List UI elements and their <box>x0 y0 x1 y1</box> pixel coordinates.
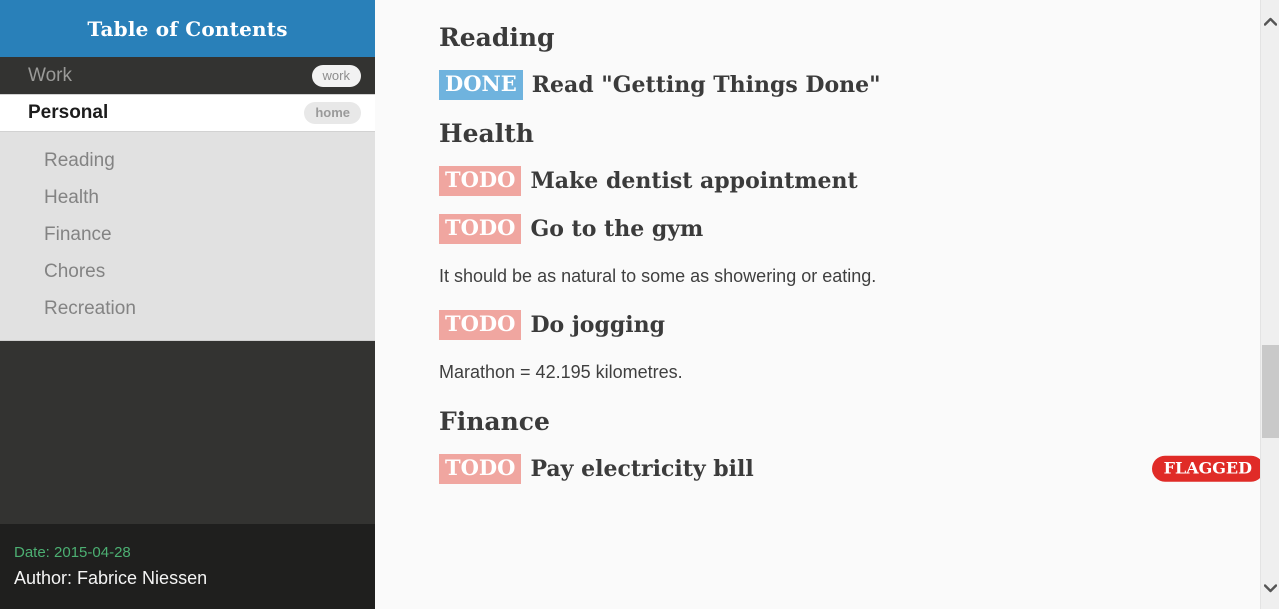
sidebar-item-finance-label: Finance <box>44 223 112 245</box>
sidebar-item-work-label: Work <box>28 64 72 86</box>
table-of-contents-header: Table of Contents <box>0 0 375 57</box>
task-title: Do jogging <box>530 311 665 338</box>
status-badge-done: DONE <box>439 70 523 101</box>
task-item[interactable]: TODO Go to the gym <box>439 214 1279 244</box>
sidebar-item-reading-label: Reading <box>44 149 115 171</box>
sidebar-item-personal-label: Personal <box>28 102 109 123</box>
task-title: Make dentist appointment <box>530 167 858 194</box>
sidebar-item-personal[interactable]: Personal home <box>0 94 375 132</box>
toc-sub-list: Reading Health Finance Chores Recreation <box>0 132 375 341</box>
section-heading-health: Health <box>439 119 534 149</box>
sidebar-item-chores-label: Chores <box>44 260 106 282</box>
chevron-down-icon[interactable] <box>1261 575 1279 601</box>
task-note-paragraph: Marathon = 42.195 kilometres. <box>439 361 683 382</box>
task-item[interactable]: TODO Make dentist appointment <box>439 166 1279 197</box>
section-heading-reading: Reading <box>439 23 555 52</box>
sidebar-item-recreation-label: Recreation <box>44 297 136 319</box>
sidebar-item-health-label: Health <box>44 186 99 208</box>
status-badge-todo: TODO <box>439 309 522 340</box>
sidebar-item-work[interactable]: Work work <box>0 57 375 94</box>
sidebar-item-health[interactable]: Health <box>0 179 375 216</box>
flagged-tag: FLAGGED <box>1151 455 1264 483</box>
task-note-paragraph: It should be as natural to some as showe… <box>439 265 877 286</box>
sidebar-tag-home: home <box>304 102 361 124</box>
sidebar-item-chores[interactable]: Chores <box>0 253 375 290</box>
document-date: Date: 2015-04-28 <box>14 544 131 561</box>
sidebar-footer: Date: 2015-04-28 Author: Fabrice Niessen <box>0 524 375 609</box>
sidebar: Table of Contents Work work Personal hom… <box>0 0 375 609</box>
document-content: Reading DONE Read "Getting Things Done" … <box>375 0 1279 609</box>
sidebar-tag-work: work <box>311 64 361 87</box>
task-item[interactable]: DONE Read "Getting Things Done" <box>439 70 1279 101</box>
task-item[interactable]: TODO Pay electricity bill FLAGGED <box>439 454 1279 484</box>
status-badge-todo: TODO <box>439 214 522 244</box>
vertical-scrollbar[interactable] <box>1260 0 1279 609</box>
task-title: Go to the gym <box>530 215 704 242</box>
section-heading-finance: Finance <box>439 406 550 436</box>
page-root: Table of Contents Work work Personal hom… <box>0 0 1279 609</box>
status-badge-todo: TODO <box>439 166 522 197</box>
toc-top-level-list: Work work Personal home <box>0 57 375 132</box>
sidebar-item-recreation[interactable]: Recreation <box>0 290 375 327</box>
scrollbar-thumb[interactable] <box>1262 345 1279 438</box>
task-title: Read "Getting Things Done" <box>531 71 881 98</box>
sidebar-item-reading[interactable]: Reading <box>0 142 375 179</box>
task-item[interactable]: TODO Do jogging <box>439 309 1279 340</box>
sidebar-empty-space <box>0 341 375 524</box>
chevron-up-icon[interactable] <box>1261 8 1279 34</box>
sidebar-item-finance[interactable]: Finance <box>0 216 375 253</box>
status-badge-todo: TODO <box>439 454 522 484</box>
document-author: Author: Fabrice Niessen <box>14 568 208 589</box>
task-title: Pay electricity bill <box>530 455 754 482</box>
